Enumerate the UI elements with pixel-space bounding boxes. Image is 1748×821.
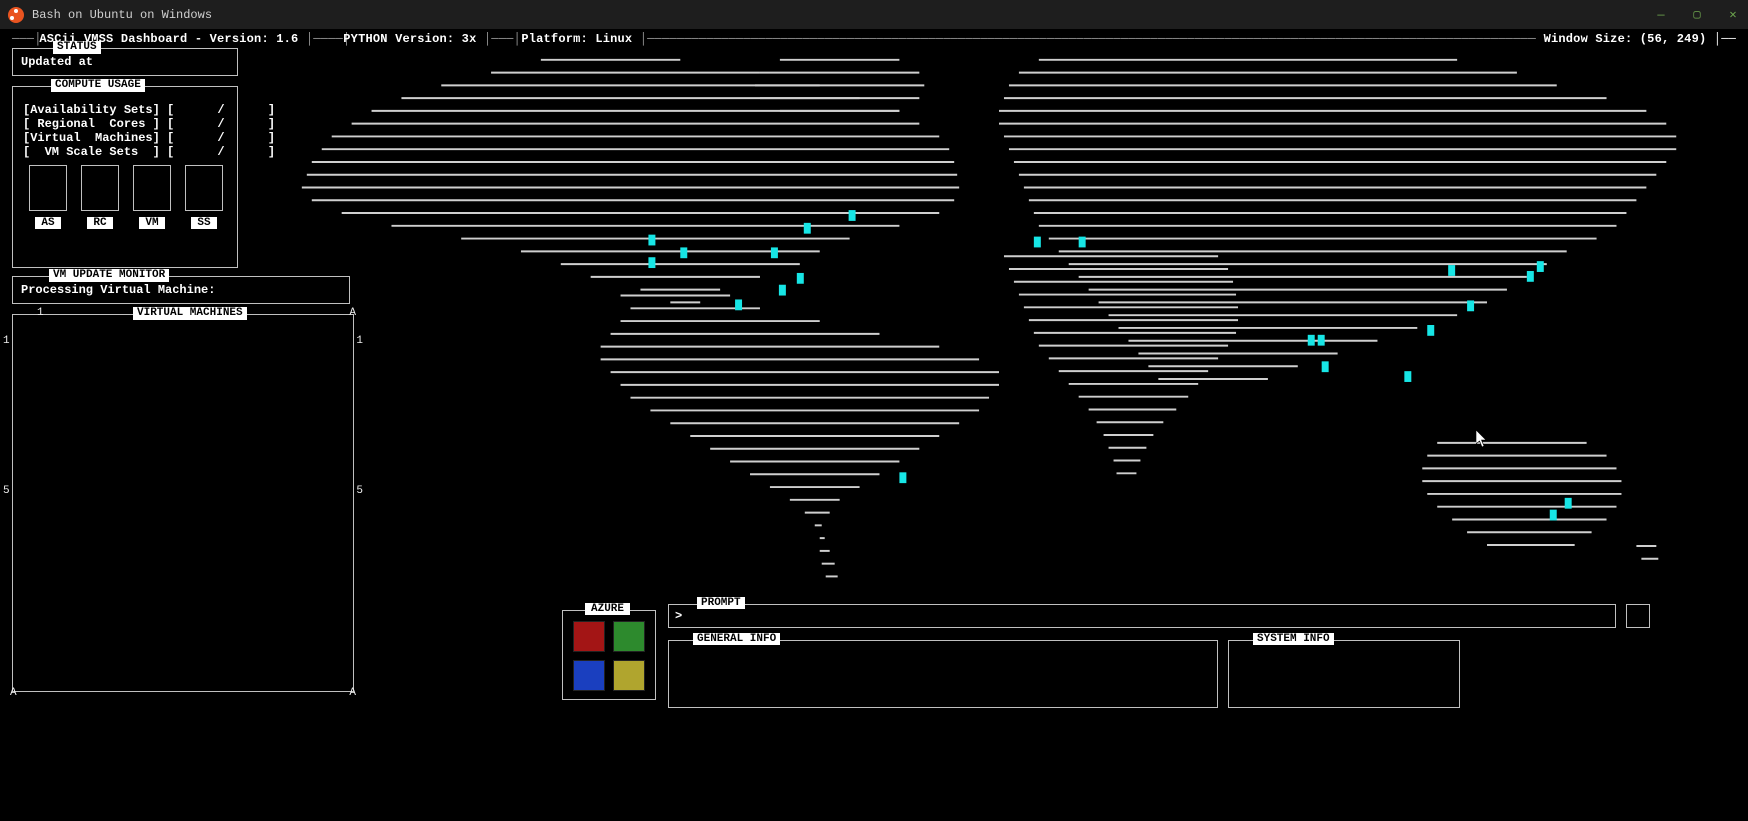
compute-title: COMPUTE USAGE <box>51 79 145 92</box>
minimize-button[interactable]: — <box>1654 8 1668 22</box>
compute-bar-label-rc: RC <box>87 217 112 229</box>
compute-row-0: [Availability Sets] [ / ] <box>23 103 229 117</box>
compute-bar-label-vm: VM <box>139 217 164 229</box>
datacenter-marker <box>797 273 804 284</box>
prompt-side-box[interactable] <box>1626 604 1650 628</box>
compute-row-2: [Virtual Machines] [ / ] <box>23 131 229 145</box>
window-controls: — ▢ ✕ <box>1654 8 1740 22</box>
header-python: PYTHON Version: 3x <box>336 32 484 46</box>
datacenter-marker <box>1079 237 1086 248</box>
ubuntu-icon <box>8 7 24 23</box>
datacenter-marker <box>1322 361 1329 372</box>
datacenter-marker <box>779 285 786 296</box>
datacenter-marker <box>1318 335 1325 346</box>
datacenter-marker <box>648 235 655 246</box>
azure-tile-blue[interactable] <box>573 660 605 691</box>
compute-row-3: [ VM Scale Sets ] [ / ] <box>23 145 229 159</box>
azure-tile-red[interactable] <box>573 621 605 652</box>
vm-grid-title: VIRTUAL MACHINES <box>133 307 247 320</box>
datacenter-marker <box>1404 371 1411 382</box>
compute-bar-label-ss: SS <box>191 217 216 229</box>
vm-corner-bl: A <box>10 687 17 699</box>
datacenter-marker <box>1527 271 1534 282</box>
header-line: ───│ ASCii VMSS Dashboard - Version: 1.6… <box>12 32 1736 46</box>
datacenter-marker <box>1427 325 1434 336</box>
status-title: STATUS <box>53 41 101 54</box>
maximize-button[interactable]: ▢ <box>1690 8 1704 22</box>
azure-tile-yellow[interactable] <box>613 660 645 691</box>
compute-bar-as <box>29 165 67 211</box>
datacenter-marker <box>680 247 687 258</box>
header-winsize: Window Size: (56, 249) │── <box>1536 32 1736 46</box>
prompt-panel: PROMPT > <box>668 604 1616 628</box>
datacenter-marker <box>1467 300 1474 311</box>
header-platform: Platform: Linux <box>514 32 640 46</box>
compute-bar-ss <box>185 165 223 211</box>
prompt-title: PROMPT <box>697 597 745 609</box>
compute-bar-label-as: AS <box>35 217 60 229</box>
azure-tile-green[interactable] <box>613 621 645 652</box>
datacenter-marker <box>648 257 655 268</box>
general-info-title: GENERAL INFO <box>693 633 780 645</box>
vm-row1-left: 1 <box>3 335 10 347</box>
world-map <box>262 50 1736 600</box>
compute-bar-rc <box>81 165 119 211</box>
vm-top-inner: 1 <box>37 307 44 319</box>
datacenter-marker <box>1537 261 1544 272</box>
general-info-panel: GENERAL INFO <box>668 640 1218 708</box>
azure-title: AZURE <box>585 603 630 615</box>
datacenter-marker <box>735 299 742 310</box>
datacenter-marker <box>1448 265 1455 276</box>
world-landmass <box>302 60 1676 577</box>
close-button[interactable]: ✕ <box>1726 8 1740 22</box>
datacenter-marker <box>899 472 906 483</box>
datacenter-marker <box>849 210 856 221</box>
datacenter-marker <box>1550 510 1557 521</box>
system-info-panel: SYSTEM INFO <box>1228 640 1460 708</box>
prompt-caret: > <box>675 609 682 623</box>
system-info-title: SYSTEM INFO <box>1253 633 1334 645</box>
compute-usage-panel: COMPUTE USAGE [Availability Sets] [ / ][… <box>12 86 238 268</box>
vm-row5-left: 5 <box>3 485 10 497</box>
window-title: Bash on Ubuntu on Windows <box>32 8 212 22</box>
datacenter-marker <box>804 223 811 234</box>
title-bar: Bash on Ubuntu on Windows — ▢ ✕ <box>0 0 1748 30</box>
compute-row-1: [ Regional Cores ] [ / ] <box>23 117 229 131</box>
compute-bar-vm <box>133 165 171 211</box>
vm-corner-br: A <box>349 687 356 699</box>
status-panel: STATUS Updated at <box>12 48 238 76</box>
datacenter-marker <box>1565 498 1572 509</box>
azure-panel: AZURE <box>562 610 656 700</box>
datacenter-marker <box>771 247 778 258</box>
datacenter-marker <box>1034 237 1041 248</box>
datacenter-marker <box>1308 335 1315 346</box>
status-text: Updated at <box>13 49 237 73</box>
terminal-canvas: ───│ ASCii VMSS Dashboard - Version: 1.6… <box>12 30 1736 821</box>
vm-update-title: VM UPDATE MONITOR <box>49 269 169 282</box>
